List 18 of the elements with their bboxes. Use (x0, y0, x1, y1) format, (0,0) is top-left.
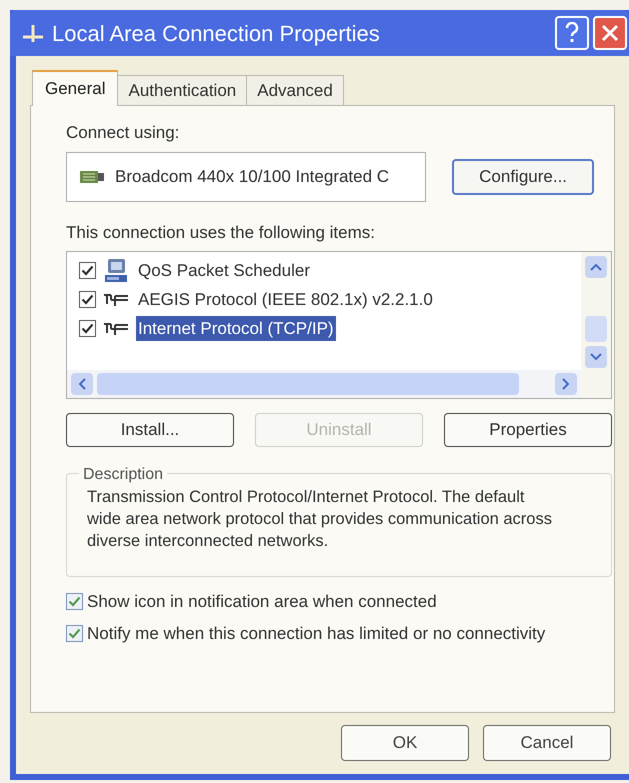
button[interactable]: OK (341, 725, 469, 761)
adapter-name: Broadcom 440x 10/100 Integrated C (115, 166, 390, 188)
list-item[interactable]: AEGIS Protocol (IEEE 802.1x) v2.2.1.0 (136, 286, 435, 312)
tab[interactable]: Advanced (246, 75, 344, 106)
description-text: Transmission Control Protocol/Internet Protocol. The default wide area network protocol that provides communication across diverse interconnected networks. (87, 487, 553, 552)
button[interactable]: Cancel (483, 725, 611, 761)
button[interactable]: Properties (444, 413, 612, 447)
configure-button[interactable]: Configure... (452, 158, 594, 194)
window-title: Local Area Connection Properties (52, 20, 381, 48)
tab[interactable]: Authentication (117, 75, 248, 106)
tab[interactable]: General (32, 70, 118, 106)
list-item[interactable]: Internet Protocol (TCP/IP) (136, 316, 336, 342)
option-label: Notify me when this connection has limited or no connectivity (87, 622, 546, 644)
items-label: This connection uses the following items: (66, 222, 376, 244)
list-item[interactable]: QoS Packet Scheduler (136, 258, 312, 284)
option-label: Show icon in notification area when connected (87, 591, 437, 613)
button[interactable]: Install... (66, 413, 234, 447)
connect-using-label: Connect using: (66, 122, 180, 144)
